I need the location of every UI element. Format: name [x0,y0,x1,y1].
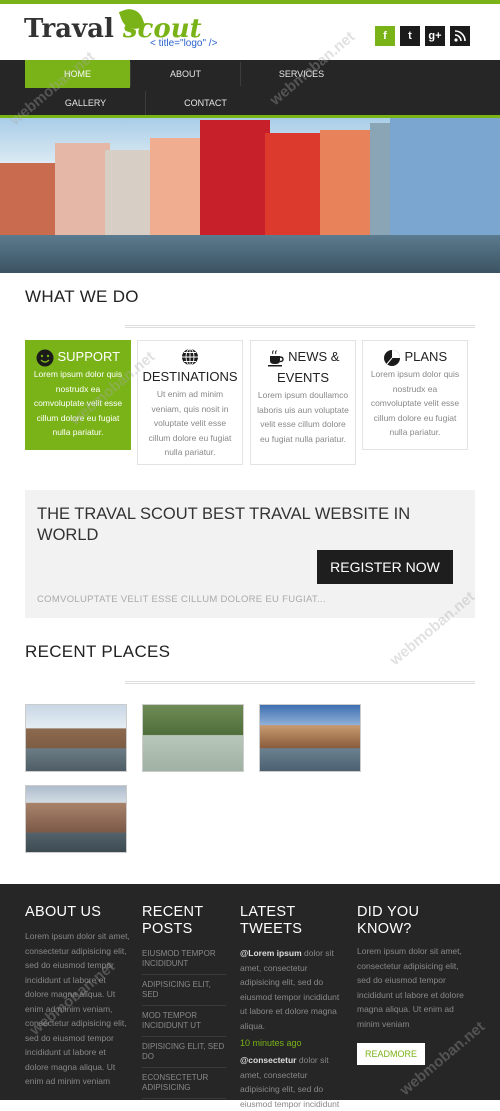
nav-divider [240,62,241,86]
social-links: f t g+ [375,26,470,46]
nav-divider [145,91,146,115]
coffee-icon [267,349,285,367]
tweet: @Lorem ipsum dolor sit amet, consectetur… [240,946,345,1033]
card-body: Lorem ipsum doullamco laboris uis aun vo… [257,390,349,444]
footer-posts-title: RECENT POSTS [142,904,204,937]
service-card-destinations[interactable]: DESTINATIONS Ut enim ad minim veniam, qu… [137,340,243,465]
card-body: Lorem ipsum dolor quis nostrudx ea comvo… [33,369,123,437]
google-plus-icon[interactable]: g+ [425,26,445,46]
footer-post-link[interactable]: EIUSMOD TEMPOR INCIDIDUNT [142,944,226,975]
service-card-support[interactable]: SUPPORT Lorem ipsum dolor quis nostrudx … [25,340,131,450]
logo-text-main: Traval [24,14,114,44]
facebook-icon[interactable]: f [375,26,395,46]
tweet: @consectetur dolor sit amet, consectetur… [240,1053,345,1111]
place-thumbnail[interactable] [259,704,361,772]
divider [125,681,475,684]
main-nav: HOME ABOUT SERVICES GALLERY CONTACT [0,60,500,118]
hero-banner-image [0,118,500,273]
globe-icon [181,348,199,366]
footer-know-title: DID YOU KNOW? [357,904,420,937]
nav-item-about[interactable]: ABOUT [133,60,238,88]
footer-post-link[interactable]: DIPISICING ELIT, SED DO [142,1037,226,1068]
footer-know-text: Lorem ipsum dolor sit amet, consectetur … [357,946,464,1029]
footer-about: ABOUT US Lorem ipsum dolor sit amet, con… [25,904,130,1089]
place-thumbnail[interactable] [142,704,244,772]
card-title: DESTINATIONS [142,369,238,385]
promo-subtext: COMVOLUPTATE VELIT ESSE CILLUM DOLORE EU… [37,594,326,605]
tweet-text: dolor sit amet, consectetur adipisicing … [240,948,340,1031]
nav-item-home[interactable]: HOME [25,60,130,88]
tweet-user[interactable]: @consectetur [240,1055,296,1065]
twitter-icon[interactable]: t [400,26,420,46]
footer-about-title: ABOUT US [25,904,102,920]
rss-icon[interactable] [450,26,470,46]
card-body: Lorem ipsum dolor quis nostrudx ea comvo… [370,369,460,437]
logo-tag: < title="logo" /> [150,38,218,49]
tweet-user[interactable]: @Lorem ipsum [240,948,302,958]
site-header: Traval scout < title="logo" /> f t g+ [0,4,500,60]
footer-post-link[interactable]: MOD TEMPOR INCIDIDUNT UT [142,1006,226,1037]
readmore-button[interactable]: READMORE [357,1043,425,1065]
nav-divider [130,62,131,86]
tweet-time: 10 minutes ago [240,1038,302,1048]
place-thumbnail[interactable] [25,704,127,772]
footer-about-text: Lorem ipsum dolor sit amet, consectetur … [25,931,130,1086]
section-title-recent-places: RECENT PLACES [25,642,171,661]
smiley-icon [36,349,54,367]
register-now-button[interactable]: REGISTER NOW [317,550,453,584]
pie-chart-icon [383,349,401,367]
promo-headline: THE TRAVAL SCOUT BEST TRAVAL WEBSITE IN … [37,505,411,544]
place-thumbnail[interactable] [25,785,127,853]
section-title-what-we-do: WHAT WE DO [25,287,139,306]
service-card-plans[interactable]: PLANS Lorem ipsum dolor quis nostrudx ea… [362,340,468,450]
promo-banner: THE TRAVAL SCOUT BEST TRAVAL WEBSITE IN … [25,490,475,618]
service-card-news-events[interactable]: NEWS & EVENTS Lorem ipsum doullamco labo… [250,340,356,465]
footer-did-you-know: DID YOU KNOW? Lorem ipsum dolor sit amet… [357,904,467,1065]
site-footer: ABOUT US Lorem ipsum dolor sit amet, con… [0,884,500,1109]
card-title: NEWS & EVENTS [276,349,340,385]
nav-item-services[interactable]: SERVICES [249,60,354,88]
footer-post-link[interactable]: ADIPISICING ELIT, SED [142,975,226,1006]
nav-item-gallery[interactable]: GALLERY [33,89,138,117]
footer-recent-posts: RECENT POSTS EIUSMOD TEMPOR INCIDIDUNT A… [142,904,232,1099]
nav-item-contact[interactable]: CONTACT [153,89,258,117]
card-title: PLANS [404,349,448,364]
footer-latest-tweets: LATEST TWEETS @Lorem ipsum dolor sit ame… [240,904,345,1111]
card-title: SUPPORT [57,349,121,364]
card-body: Ut enim ad minim veniam, quis nosit in v… [148,389,232,458]
footer-post-link[interactable]: ECONSECTETUR ADIPISICING [142,1068,226,1099]
divider [125,325,475,328]
footer-tweets-title: LATEST TWEETS [240,904,303,937]
